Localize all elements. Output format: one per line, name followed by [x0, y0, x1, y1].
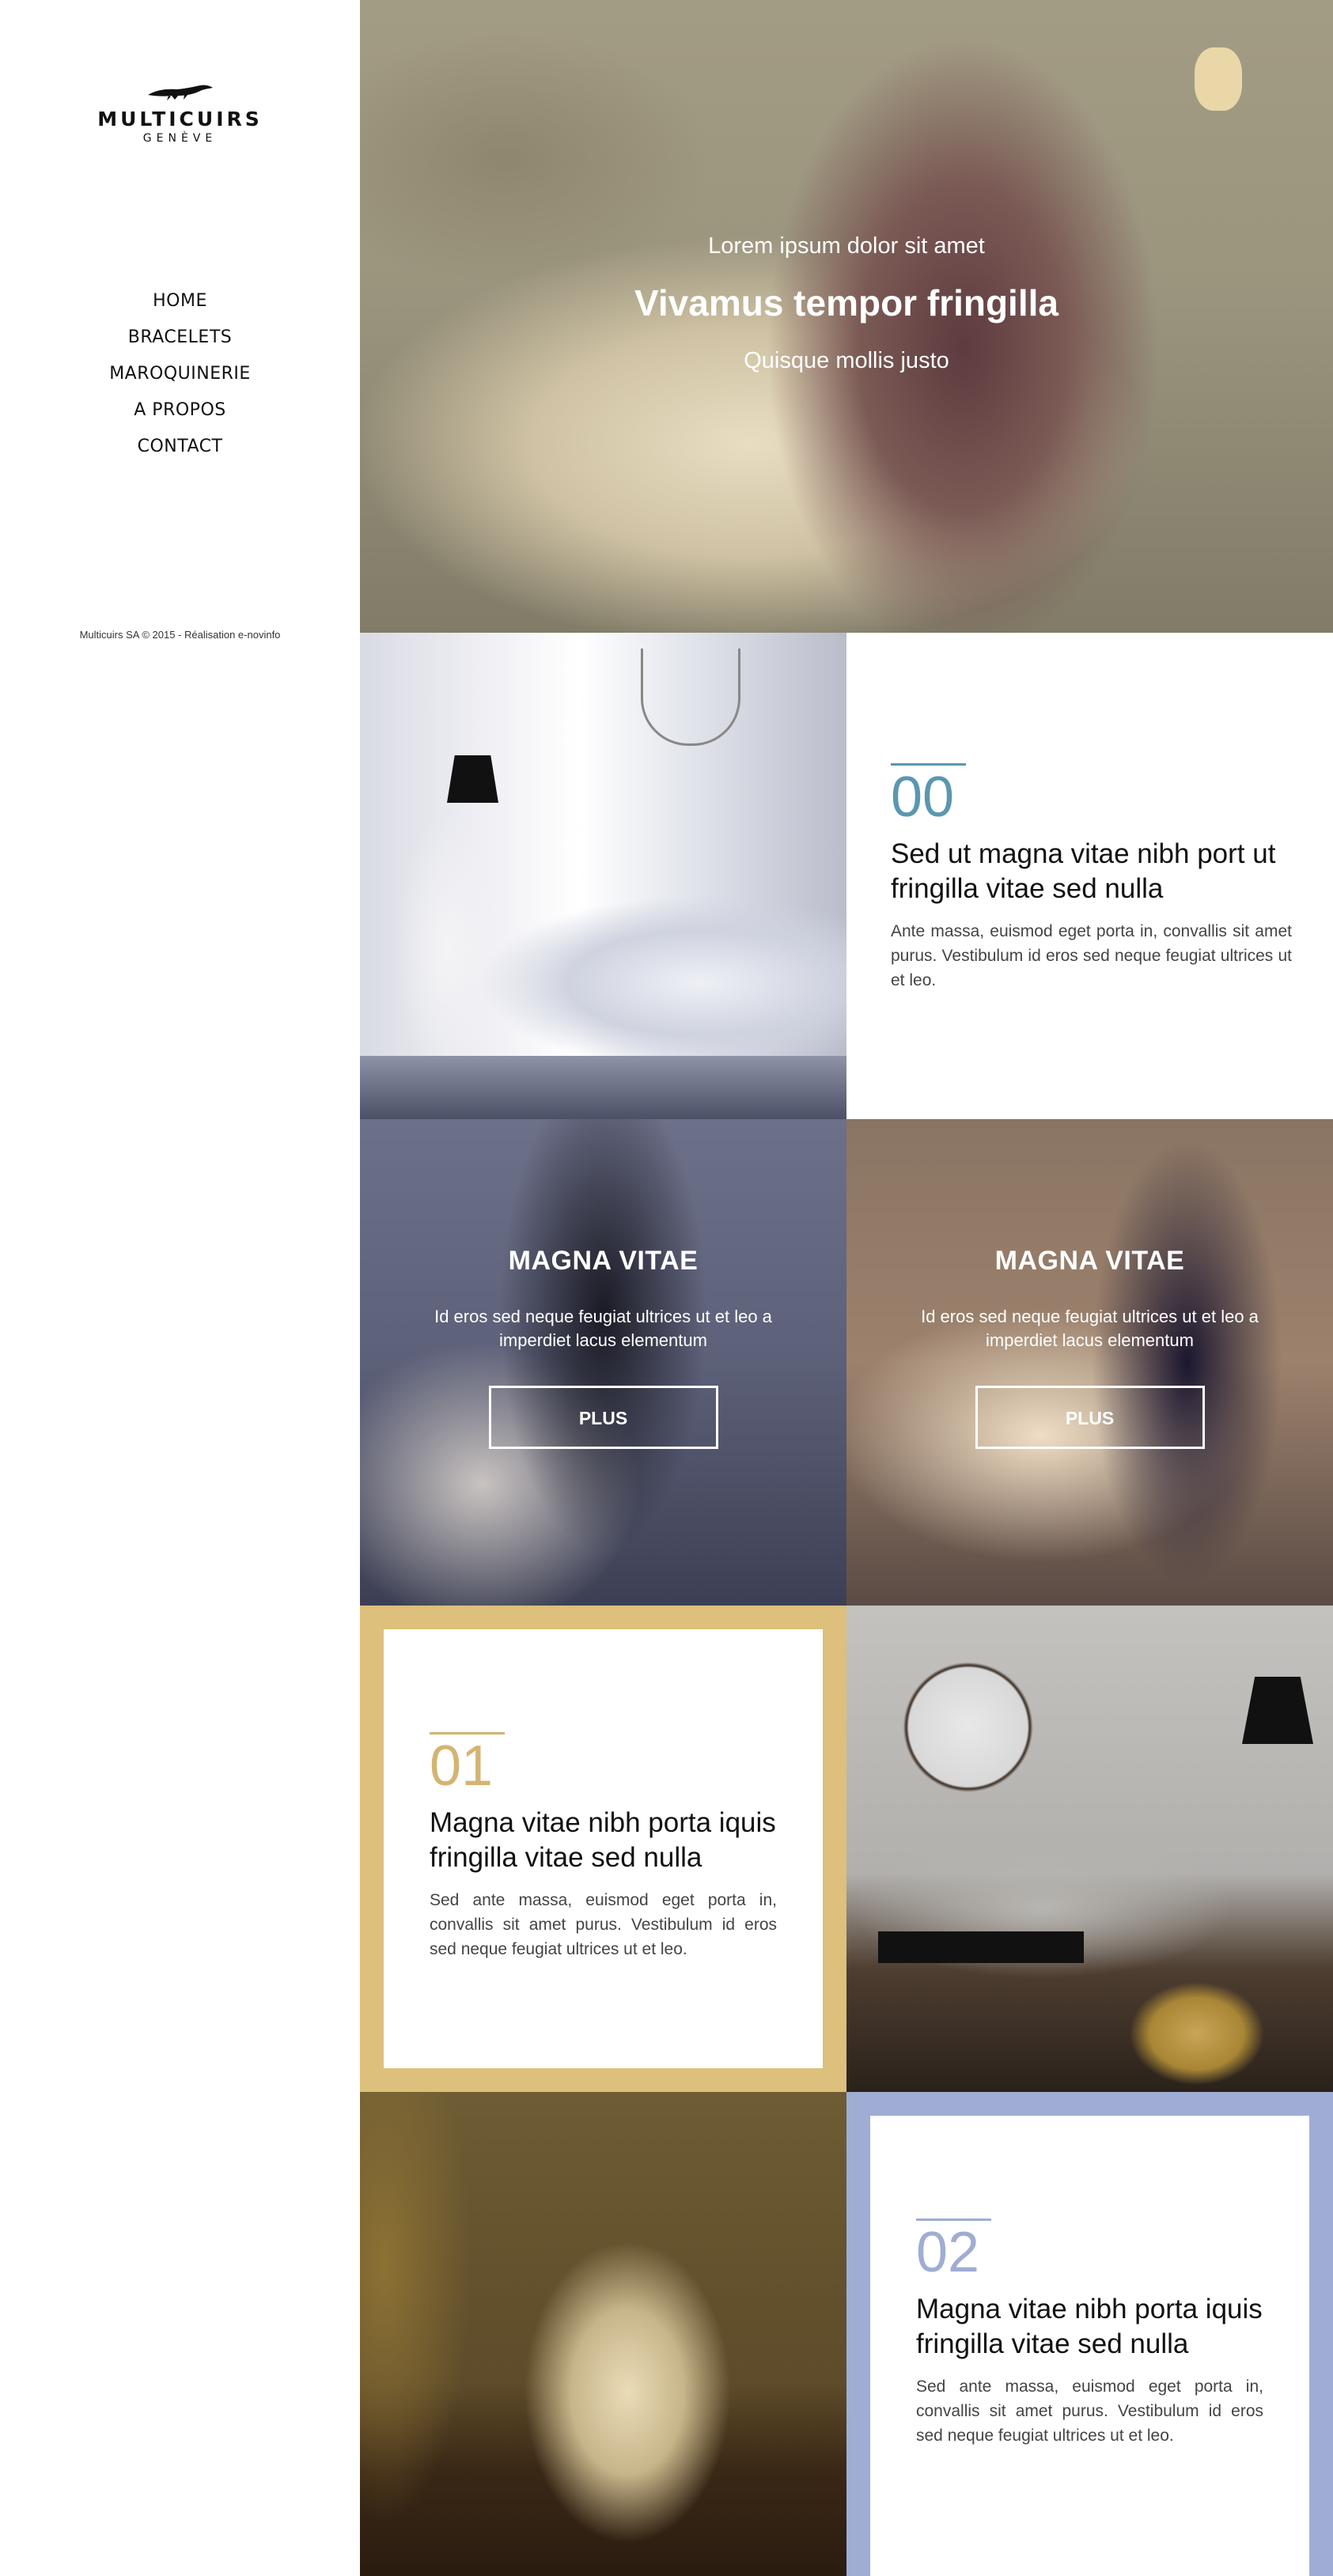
coffee-table-shape: [878, 1931, 1084, 1963]
feature-01-number: 01: [430, 1734, 494, 1798]
brand-city: GENÈVE: [142, 132, 218, 145]
hero-banner: Lorem ipsum dolor sit amet Vivamus tempo…: [360, 0, 1333, 633]
sidebar: MULTICUIRS GENÈVE HOME BRACELETS MAROQUI…: [0, 0, 360, 2576]
feature-00-body: Ante massa, euismod eget porta in, conva…: [891, 922, 1292, 989]
nav-item-bracelets[interactable]: BRACELETS: [0, 320, 360, 356]
interior-photo-white-room: [360, 633, 846, 1119]
hero-text: Lorem ipsum dolor sit amet Vivamus tempo…: [360, 233, 1333, 374]
promo-2-text: MAGNA VITAE Id eros sed neque feugiat ul…: [846, 1246, 1333, 1449]
feature-02-number: 02: [916, 2221, 980, 2284]
promo-1-text: MAGNA VITAE Id eros sed neque feugiat ul…: [360, 1246, 846, 1449]
promo-1-title: MAGNA VITAE: [508, 1246, 699, 1276]
hero-kicker: Lorem ipsum dolor sit amet: [708, 233, 985, 259]
feature-00-content: 00 Sed ut magna vitae nibh port ut fring…: [891, 763, 1292, 993]
interior-photo-armchair: [360, 2092, 846, 2576]
nav-item-home[interactable]: HOME: [0, 283, 360, 320]
feature-01-title: Magna vitae nibh porta iquis fringilla v…: [430, 1807, 776, 1873]
promo-card-1: MAGNA VITAE Id eros sed neque feugiat ul…: [360, 1119, 846, 1606]
brand-name: MULTICUIRS: [97, 108, 263, 131]
feature-00-panel: 00 Sed ut magna vitae nibh port ut fring…: [846, 633, 1333, 1119]
promo-1-body: Id eros sed neque feugiat ultrices ut et…: [434, 1307, 772, 1350]
feature-01-body: Sed ante massa, euismod eget porta in, c…: [430, 1891, 777, 1958]
feature-00-title: Sed ut magna vitae nibh port ut fringill…: [891, 838, 1276, 904]
feature-02-body: Sed ante massa, euismod eget porta in, c…: [916, 2377, 1263, 2445]
promo-card-2: MAGNA VITAE Id eros sed neque feugiat ul…: [846, 1119, 1333, 1606]
hero-photo-figure: [1195, 47, 1242, 111]
promo-2-plus-button[interactable]: PLUS: [975, 1386, 1205, 1449]
promo-2-title: MAGNA VITAE: [994, 1246, 1185, 1276]
feature-02-content: 02 Magna vitae nibh porta iquis fringill…: [916, 2219, 1263, 2448]
floor-shape: [360, 1056, 846, 1119]
crocodile-icon: [147, 85, 213, 100]
feature-01-panel: 01 Magna vitae nibh porta iquis fringill…: [360, 1606, 846, 2092]
main-content: Lorem ipsum dolor sit amet Vivamus tempo…: [360, 0, 1333, 2576]
lamp-shape: [447, 755, 498, 803]
feature-02-panel: 02 Magna vitae nibh porta iquis fringill…: [846, 2092, 1333, 2576]
hero-subtitle: Quisque mollis justo: [744, 348, 949, 373]
logo[interactable]: MULTICUIRS GENÈVE: [0, 79, 360, 145]
promo-2-body: Id eros sed neque feugiat ultrices ut et…: [921, 1307, 1259, 1350]
hero-title: Vivamus tempor fringilla: [634, 282, 1058, 323]
nav-item-a-propos[interactable]: A PROPOS: [0, 392, 360, 429]
chandelier-shape: [641, 649, 740, 746]
promo-1-plus-button[interactable]: PLUS: [488, 1386, 718, 1449]
feature-00-number: 00: [891, 766, 955, 829]
feature-02-title: Magna vitae nibh porta iquis fringilla v…: [916, 2294, 1263, 2359]
nav-item-maroquinerie[interactable]: MAROQUINERIE: [0, 356, 360, 392]
feature-01-card: 01 Magna vitae nibh porta iquis fringill…: [384, 1629, 823, 2068]
interior-photo-living-room: [846, 1606, 1333, 2092]
copyright-text: Multicuirs SA © 2015 - Réalisation e-nov…: [79, 629, 281, 641]
feature-01-content: 01 Magna vitae nibh porta iquis fringill…: [430, 1732, 777, 1961]
feature-02-card: 02 Magna vitae nibh porta iquis fringill…: [870, 2116, 1309, 2576]
lamp-shape: [1242, 1677, 1313, 1744]
nav-item-contact[interactable]: CONTACT: [0, 429, 360, 465]
main-nav: HOME BRACELETS MAROQUINERIE A PROPOS CON…: [0, 283, 360, 465]
